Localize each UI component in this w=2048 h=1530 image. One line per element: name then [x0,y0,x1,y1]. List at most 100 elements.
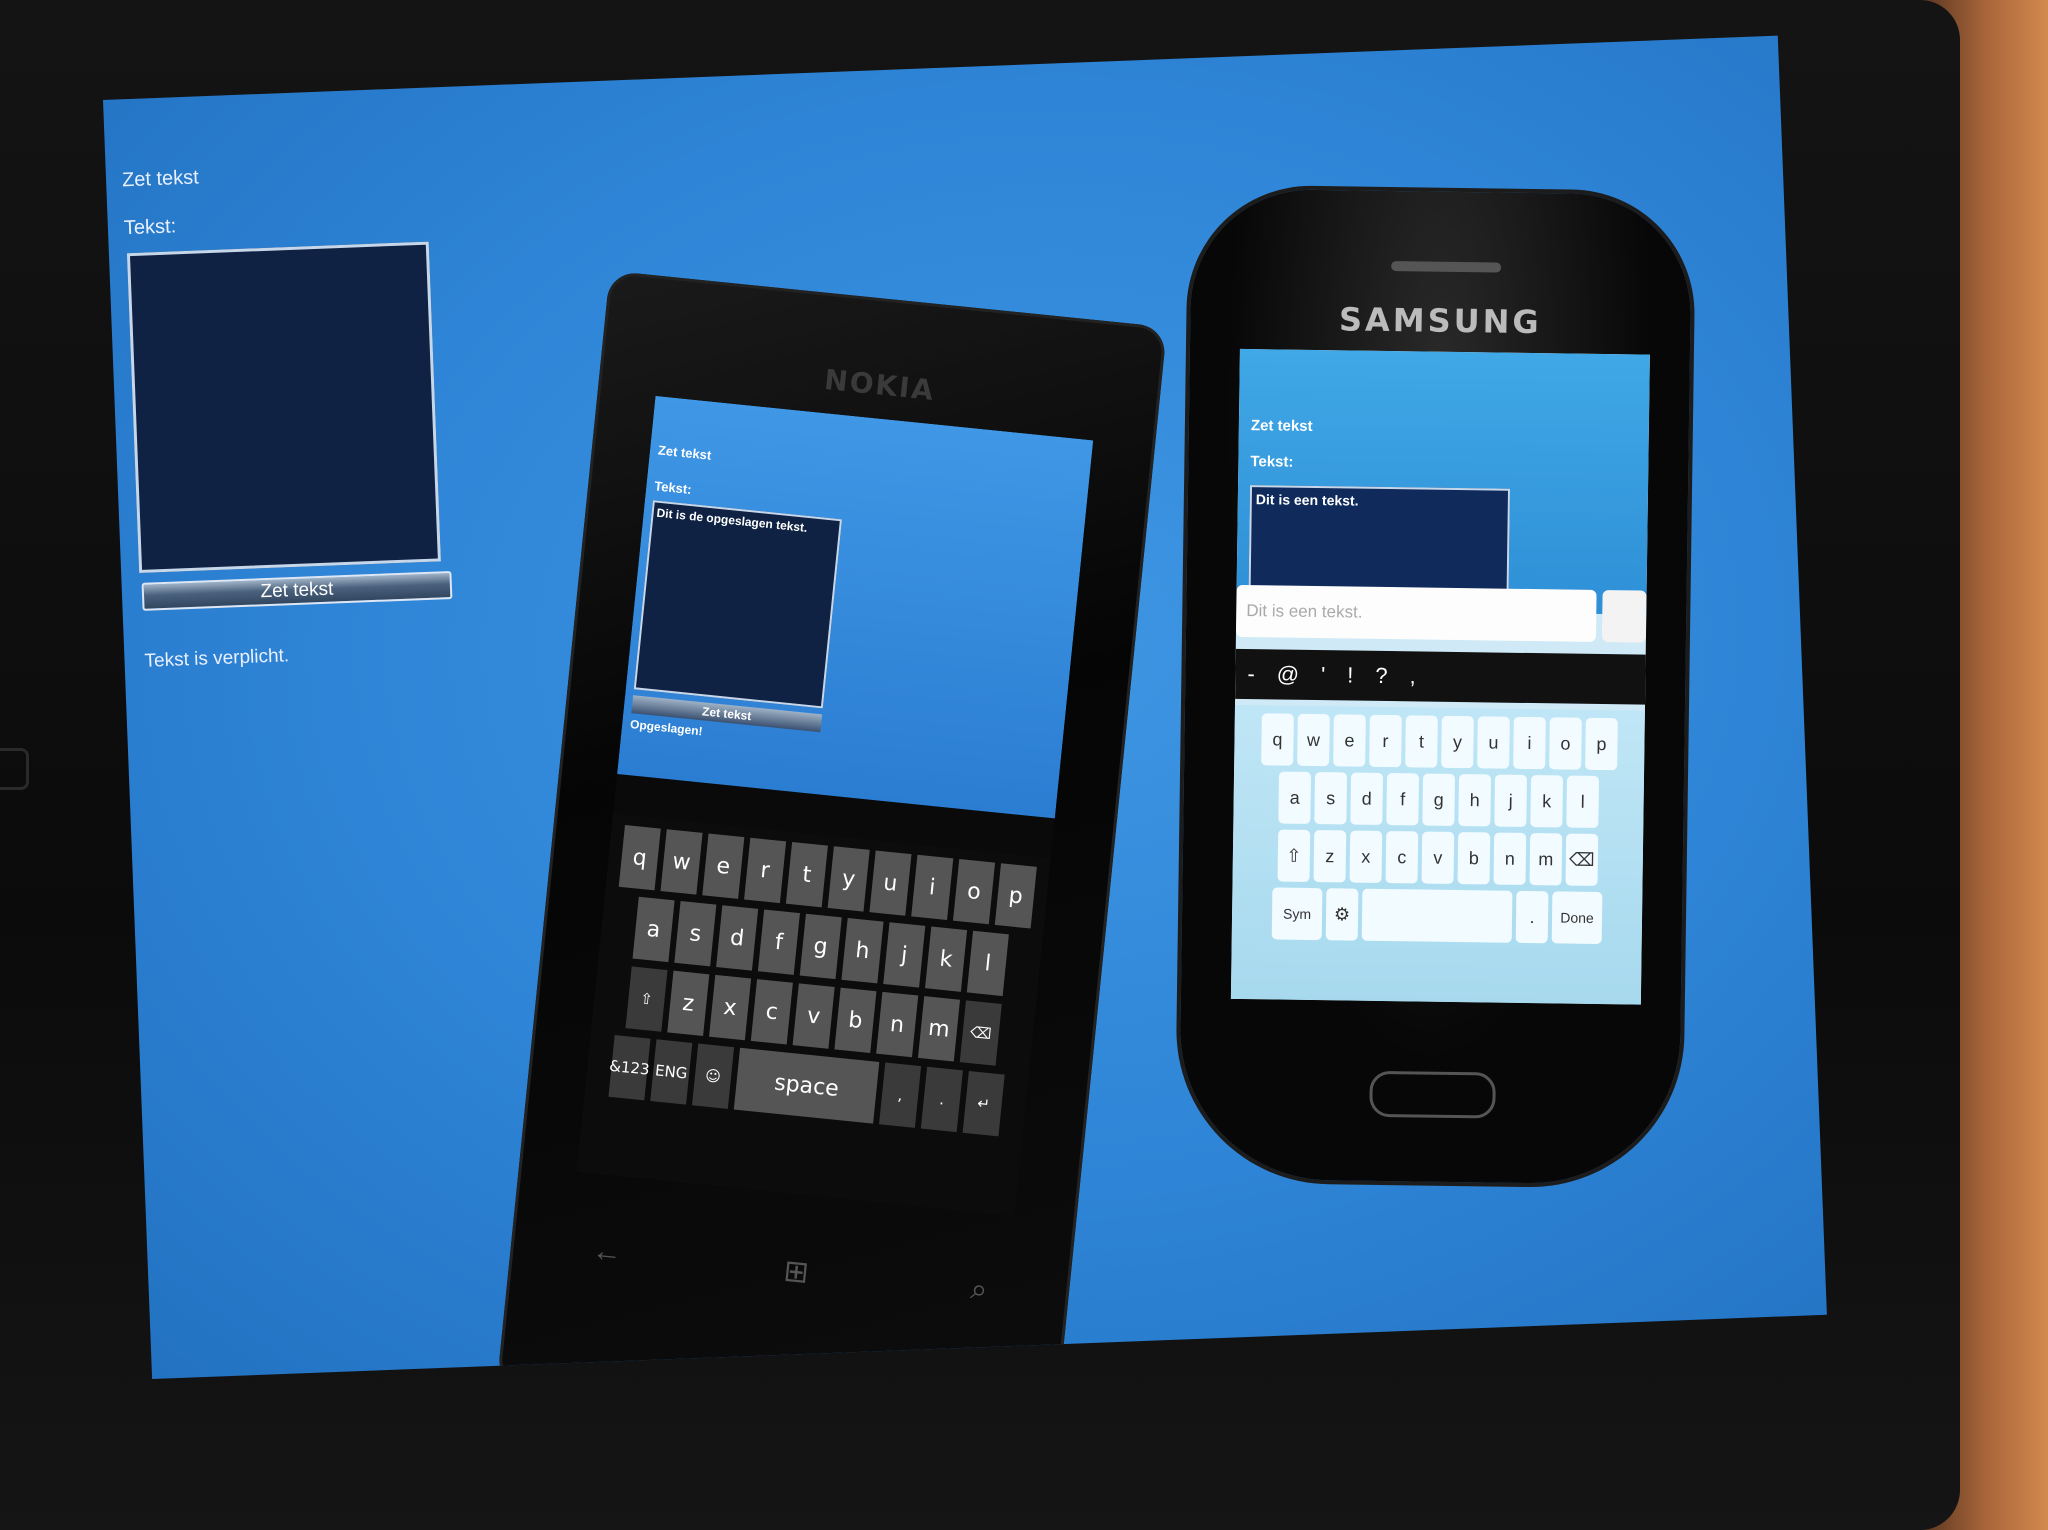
set-text-button[interactable]: Zet tekst [141,570,453,611]
suggestion-key[interactable]: , [1409,663,1415,689]
key[interactable]: n [1493,832,1527,885]
key[interactable]: y [827,846,870,912]
backspace-key[interactable]: ⌫ [1565,833,1599,886]
key[interactable]: j [883,922,926,988]
key[interactable]: o [952,858,996,925]
key[interactable]: x [709,974,752,1041]
key[interactable]: h [841,918,884,984]
key[interactable]: q [1261,713,1294,766]
shift-key[interactable]: ⇧ [1277,829,1311,882]
search-icon[interactable]: ⌕ [969,1272,989,1309]
suggestion-key[interactable]: ' [1321,662,1326,688]
symbols-key[interactable]: &123 [608,1035,651,1101]
settings-gear-icon[interactable]: ⚙ [1325,888,1359,941]
key[interactable]: f [1386,773,1420,826]
nokia-page-title: Zet tekst [657,442,713,463]
nokia-nav-bar: ← ⊞ ⌕ [509,1226,1070,1317]
samsung-app: Zet tekst Tekst: Dit is een tekst. [1236,348,1650,615]
suggestion-key[interactable]: ? [1375,663,1388,689]
key[interactable]: n [876,991,919,1058]
key[interactable]: f [757,909,800,975]
language-key[interactable]: ENG [650,1039,693,1105]
samsung-edit-field[interactable]: Dit is een tekst. [1235,584,1597,642]
samsung-text-label: Tekst: [1250,453,1294,471]
suggestion-key[interactable]: ! [1347,662,1353,688]
key[interactable]: v [1421,831,1455,884]
period-key[interactable]: . [1515,890,1549,944]
samsung-text-input-area[interactable]: Dit is een tekst. [1248,485,1511,599]
key[interactable]: m [917,996,961,1062]
key[interactable]: b [834,987,877,1053]
key[interactable]: c [750,979,793,1045]
key[interactable]: x [1349,830,1383,883]
nokia-text-label: Tekst: [653,478,693,497]
key[interactable]: u [869,850,912,916]
key[interactable]: i [1513,716,1546,770]
key[interactable]: y [1441,715,1474,769]
text-field-label: Tekst: [123,215,177,240]
symbols-key[interactable]: Sym [1271,887,1323,941]
done-key[interactable]: Done [1551,891,1603,945]
nokia-status-message: Opgeslagen! [629,717,704,739]
key[interactable]: i [911,854,954,921]
key[interactable]: t [1405,715,1438,768]
key[interactable]: r [744,837,787,904]
key[interactable]: m [1529,833,1563,886]
samsung-home-button[interactable] [1369,1070,1496,1119]
key[interactable]: r [1369,714,1402,768]
key[interactable]: s [1314,772,1348,825]
emoji-key[interactable]: ☺ [692,1043,735,1109]
samsung-logo: SAMSUNG [1338,300,1542,342]
tablet-home-button[interactable] [0,748,29,790]
nokia-keyboard: q w e r t y u i o p a s d f g h j k l ⇧ … [576,813,1051,1217]
key[interactable]: l [1566,775,1600,828]
key[interactable]: q [618,825,661,891]
key[interactable]: o [1549,717,1582,770]
windows-start-icon[interactable]: ⊞ [782,1253,811,1290]
key[interactable]: k [1530,775,1564,828]
key[interactable]: z [667,970,710,1036]
key[interactable]: b [1457,832,1491,885]
text-input-area[interactable] [126,241,441,573]
key[interactable]: g [799,913,842,980]
key[interactable]: e [1333,714,1366,767]
key[interactable]: k [925,926,968,992]
samsung-phone: SAMSUNG Zet tekst Tekst: Dit is een teks… [1178,188,1693,1186]
nokia-text-input-area[interactable]: Dit is de opgeslagen tekst. [633,500,842,709]
key[interactable]: t [785,842,828,908]
suggestion-key[interactable]: - [1247,661,1255,687]
enter-key[interactable]: ↵ [962,1071,1005,1137]
samsung-key-row-3: ⇧ z x c v b n m ⌫ [1237,829,1640,887]
key[interactable]: u [1477,716,1510,769]
key[interactable]: s [674,901,717,967]
key[interactable]: w [1297,713,1330,767]
key[interactable]: a [1278,771,1312,824]
key[interactable]: j [1494,774,1528,827]
key[interactable]: w [660,829,703,895]
suggestion-key[interactable]: @ [1277,661,1300,687]
key[interactable]: c [1385,831,1419,884]
backspace-key[interactable]: ⌫ [959,1000,1002,1066]
samsung-page-title: Zet tekst [1250,417,1313,435]
space-key[interactable] [1361,888,1513,943]
key[interactable]: h [1458,774,1492,827]
key[interactable]: d [1350,772,1384,825]
shift-key[interactable]: ⇧ [625,966,668,1032]
back-icon[interactable]: ← [590,1234,623,1272]
key[interactable]: g [1422,773,1456,826]
key[interactable]: z [1313,830,1347,883]
space-key[interactable]: space [733,1047,880,1124]
key[interactable]: e [702,833,745,899]
samsung-edit-confirm-button[interactable] [1601,590,1647,643]
key[interactable]: p [1585,717,1618,771]
comma-key[interactable]: , [879,1062,922,1128]
nokia-screen: Zet tekst Tekst: Dit is de opgeslagen te… [576,395,1094,1217]
key[interactable]: p [994,863,1037,929]
nokia-app: Zet tekst Tekst: Dit is de opgeslagen te… [617,395,1094,819]
period-key[interactable]: . [920,1066,963,1133]
key[interactable]: d [716,905,759,971]
key[interactable]: a [632,896,675,963]
key[interactable]: v [792,983,835,1049]
key[interactable]: l [966,930,1009,997]
validation-message: Tekst is verplicht. [144,645,290,672]
